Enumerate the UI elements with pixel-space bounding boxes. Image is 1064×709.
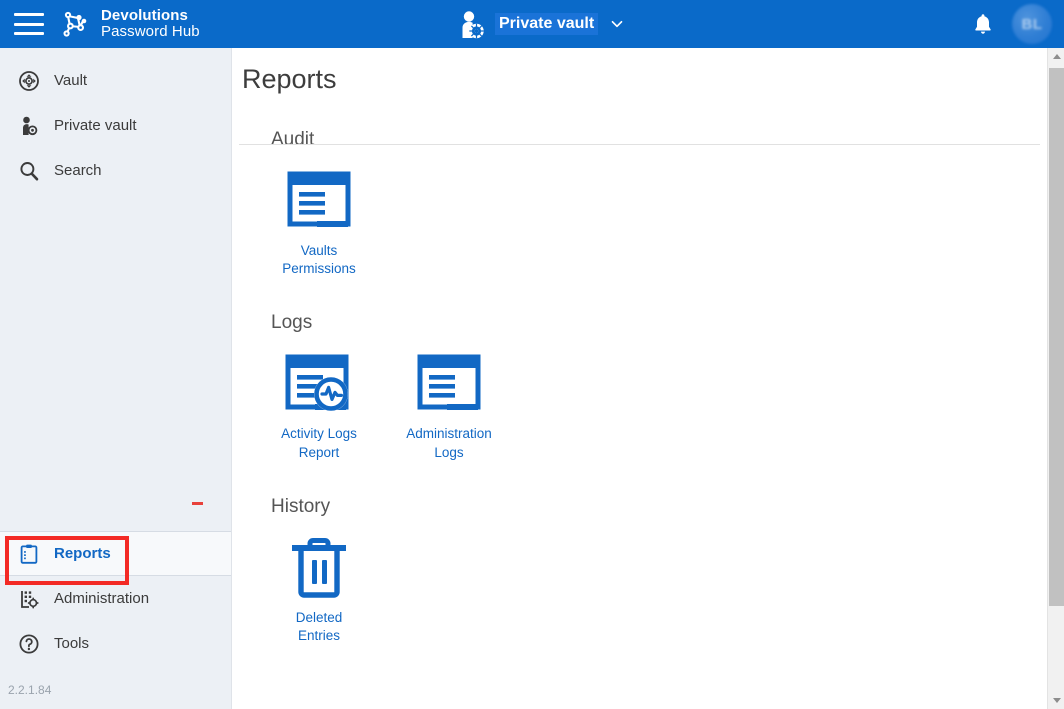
card-grid: Activity Logs Report Administration Logs [269, 352, 1064, 461]
sidebar-item-label: Administration [54, 590, 150, 607]
app-version: 2.2.1.84 [8, 683, 52, 697]
sidebar-item-private-vault[interactable]: Private vault [0, 103, 231, 148]
red-dash-annotation [192, 502, 203, 505]
sidebar-item-search[interactable]: Search [0, 148, 231, 193]
sidebar-bottom-group: Reports Administration Tools [0, 531, 231, 666]
sidebar-item-tools[interactable]: Tools [0, 621, 231, 666]
private-vault-icon [18, 115, 40, 137]
section-history: History Deleted Entries [269, 496, 1064, 645]
hamburger-line [14, 32, 44, 35]
vertical-scrollbar[interactable] [1047, 48, 1064, 709]
report-card-label: Vaults Permissions [282, 243, 356, 277]
page-title: Reports [242, 64, 337, 94]
main-content: Reports Audit Vaults Permissions Logs Ac… [233, 48, 1064, 709]
user-avatar[interactable]: BL [1012, 4, 1052, 44]
sidebar-item-label: Reports [54, 545, 111, 562]
section-title: History [271, 495, 331, 517]
report-card-vaults-permissions[interactable]: Vaults Permissions [269, 169, 369, 278]
brand-logo[interactable]: Devolutions Password Hub [58, 7, 200, 41]
hamburger-line [14, 13, 44, 16]
sidebar-item-vault[interactable]: Vault [0, 58, 231, 103]
sidebar: Vault Private vault Search Reports Admin… [0, 48, 232, 709]
administration-icon [18, 588, 40, 610]
trash-bin-icon [291, 536, 347, 598]
private-vault-user-icon [455, 8, 487, 40]
card-grid: Vaults Permissions [269, 169, 1064, 278]
sidebar-item-reports[interactable]: Reports [0, 531, 231, 576]
scroll-thumb[interactable] [1049, 68, 1064, 606]
search-icon [18, 160, 40, 182]
sidebar-item-label: Vault [54, 72, 88, 89]
report-window-icon [417, 352, 481, 414]
report-card-label: Activity Logs Report [281, 426, 357, 460]
sidebar-item-label: Tools [54, 635, 90, 652]
chevron-down-icon[interactable] [610, 17, 624, 31]
report-card-activity-logs-report[interactable]: Activity Logs Report [269, 352, 369, 461]
vault-icon [18, 70, 40, 92]
report-card-administration-logs[interactable]: Administration Logs [399, 352, 499, 461]
section-audit: Audit Vaults Permissions [269, 129, 1064, 278]
report-card-deleted-entries[interactable]: Deleted Entries [269, 536, 369, 645]
brand-line-2: Password Hub [101, 23, 200, 40]
report-card-label: Deleted Entries [295, 609, 343, 644]
selected-vault-name[interactable]: Private vault [495, 13, 599, 35]
sidebar-item-label: Private vault [54, 117, 137, 134]
scroll-down-arrow-icon[interactable] [1048, 692, 1064, 709]
report-pulse-icon [285, 352, 353, 414]
app-window: Devolutions Password Hub Private vault B… [0, 0, 1064, 709]
scroll-up-arrow-icon[interactable] [1048, 48, 1064, 65]
section-title: Logs [271, 312, 313, 334]
vault-selector[interactable]: Private vault [455, 0, 624, 48]
sidebar-item-administration[interactable]: Administration [0, 576, 231, 621]
section-logs: Logs Activity Logs Report Administration… [269, 312, 1064, 461]
card-grid: Deleted Entries [269, 536, 1064, 645]
scroll-up-triangle [1052, 54, 1061, 59]
title-divider [239, 144, 1040, 145]
hamburger-menu-icon[interactable] [14, 13, 44, 35]
sidebar-item-label: Search [54, 162, 102, 179]
scroll-down-triangle [1052, 698, 1061, 703]
sidebar-top-group: Vault Private vault Search [0, 58, 231, 193]
report-document-icon [287, 169, 351, 231]
top-header-bar: Devolutions Password Hub Private vault B… [0, 0, 1064, 48]
question-tools-icon [18, 633, 40, 655]
reports-sections: Audit Vaults Permissions Logs Activity L… [233, 107, 1064, 645]
brand-text: Devolutions Password Hub [101, 6, 200, 40]
report-card-label: Administration Logs [406, 426, 492, 460]
brand-line-1: Devolutions [101, 6, 188, 24]
clipboard-reports-icon [18, 543, 40, 565]
section-title: Audit [271, 129, 315, 150]
header-actions: BL [972, 0, 1064, 48]
devolutions-node-logo-icon [58, 7, 92, 41]
hamburger-line [14, 22, 44, 26]
bell-icon[interactable] [972, 12, 994, 36]
